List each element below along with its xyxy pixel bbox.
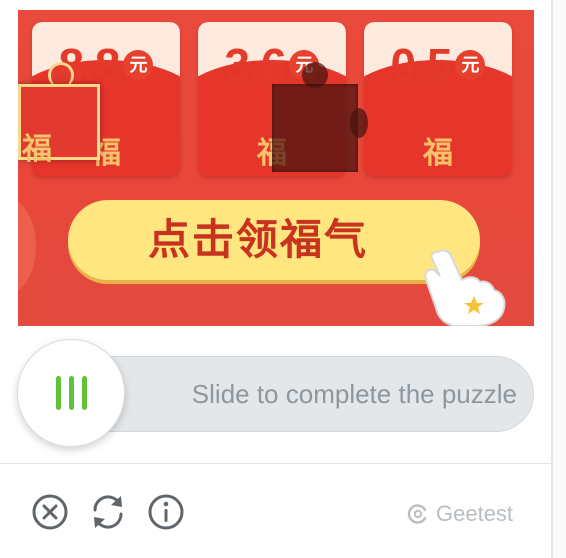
decoration-circle — [18, 198, 36, 294]
red-envelope-card-3: 0.5 元 福 — [364, 22, 512, 176]
yuan-badge: 元 — [123, 49, 154, 80]
footer-divider — [0, 463, 551, 464]
grip-line — [69, 376, 74, 410]
geetest-logo-icon — [407, 504, 427, 524]
cta-text: 点击领福气 — [147, 215, 368, 264]
yuan-badge: 元 — [455, 49, 486, 80]
puzzle-gap — [272, 84, 358, 172]
close-circle-icon[interactable] — [30, 492, 70, 532]
panel-right-edge — [553, 0, 566, 558]
puzzle-piece-blessing: 福 — [22, 132, 52, 167]
brand-logo: Geetest — [406, 498, 513, 530]
refresh-icon[interactable] — [88, 492, 128, 532]
slider-handle[interactable] — [17, 339, 125, 447]
slider-hint: Slide to complete the puzzle — [191, 379, 517, 409]
card-amount: 0.5 元 — [364, 34, 512, 92]
blessing-text: 福 — [423, 136, 453, 171]
captcha-image: 8.8元 福 3.6元 福 0.5元 福 点击领福气 福 — [18, 10, 534, 326]
brand-text: Geetest — [436, 501, 514, 526]
info-icon[interactable] — [146, 492, 186, 532]
puzzle-gap-knob — [350, 108, 368, 138]
grip-line — [56, 376, 61, 410]
pointing-hand-icon — [424, 249, 506, 326]
grip-line — [82, 376, 87, 410]
